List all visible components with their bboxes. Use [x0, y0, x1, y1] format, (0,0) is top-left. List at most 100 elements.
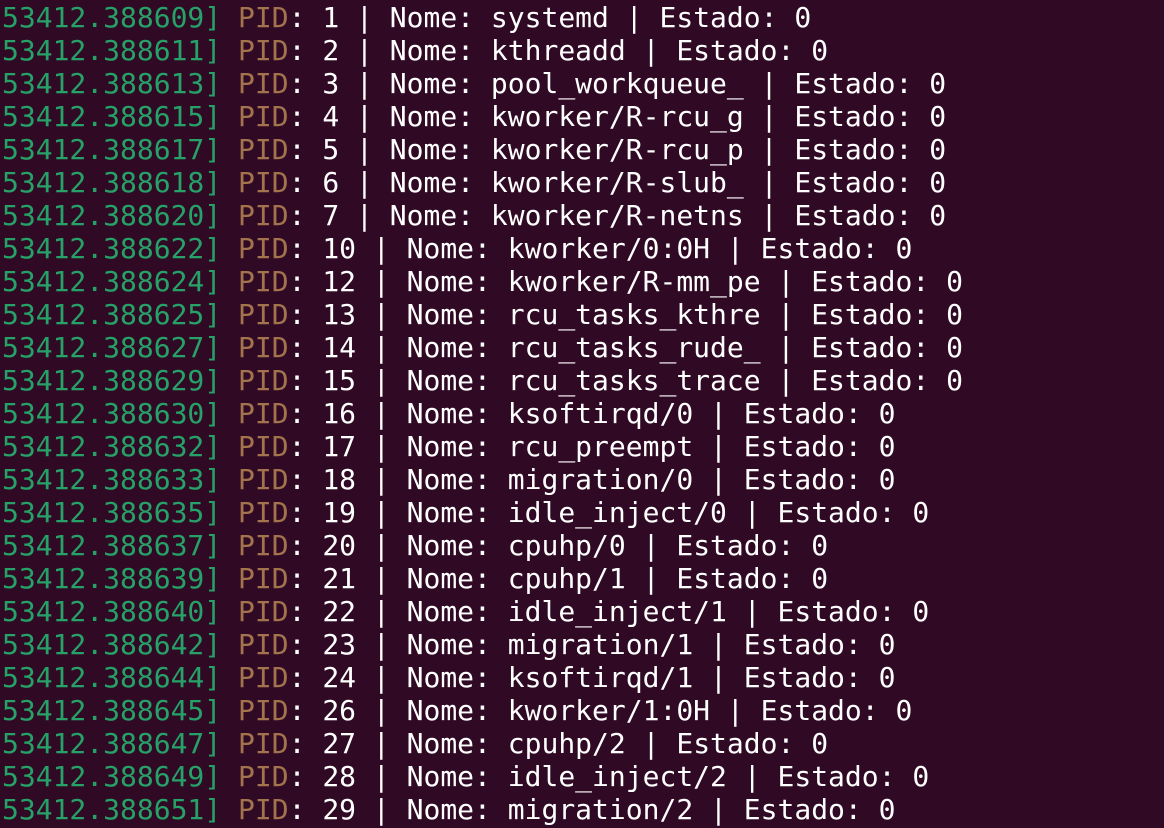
pid-label: PID	[238, 661, 289, 694]
log-line: 53412.388635] PID: 19 | Nome: idle_injec…	[2, 496, 930, 529]
log-line: 53412.388639] PID: 21 | Nome: cpuhp/1 | …	[2, 562, 829, 595]
log-timestamp: 53412.388629]	[2, 364, 222, 397]
process-state: 0	[912, 760, 930, 793]
pid-label: PID	[238, 430, 289, 463]
log-line: 53412.388622] PID: 10 | Nome: kworker/0:…	[2, 232, 913, 265]
process-state: 0	[794, 1, 812, 34]
terminal-window[interactable]: 53412.388609] PID: 1 | Nome: systemd | E…	[0, 0, 1164, 828]
log-timestamp: 53412.388632]	[2, 430, 222, 463]
process-name: cpuhp/0	[507, 529, 626, 562]
pid-label: PID	[238, 595, 289, 628]
pid-label: PID	[238, 727, 289, 760]
pid-label: PID	[238, 628, 289, 661]
log-line: 53412.388609] PID: 1 | Nome: systemd | E…	[2, 1, 812, 34]
process-state: 0	[946, 364, 963, 397]
pid-value: 22	[322, 595, 357, 628]
process-state: 0	[895, 232, 913, 265]
process-state: 0	[878, 397, 896, 430]
pid-value: 13	[322, 298, 357, 331]
log-line: 53412.388633] PID: 18 | Nome: migration/…	[2, 463, 896, 496]
pid-value: 3	[322, 67, 340, 100]
log-line: 53412.388624] PID: 12 | Nome: kworker/R-…	[2, 265, 963, 298]
process-state: 0	[929, 166, 947, 199]
log-line: 53412.388618] PID: 6 | Nome: kworker/R-s…	[2, 166, 947, 199]
pid-value: 1	[322, 1, 340, 34]
process-name: rcu_tasks_trace	[507, 364, 761, 397]
pid-value: 23	[322, 628, 357, 661]
pid-value: 28	[322, 760, 357, 793]
pid-value: 17	[322, 430, 357, 463]
pid-label: PID	[238, 232, 289, 265]
pid-value: 15	[322, 364, 357, 397]
log-timestamp: 53412.388620]	[2, 199, 222, 232]
log-timestamp: 53412.388618]	[2, 166, 222, 199]
pid-value: 6	[322, 166, 340, 199]
log-timestamp: 53412.388611]	[2, 34, 222, 67]
process-state: 0	[912, 496, 930, 529]
process-state: 0	[811, 529, 829, 562]
pid-label: PID	[238, 397, 289, 430]
log-line: 53412.388647] PID: 27 | Nome: cpuhp/2 | …	[2, 727, 829, 760]
pid-label: PID	[238, 529, 289, 562]
process-name: systemd	[490, 1, 609, 34]
process-state: 0	[878, 628, 896, 661]
process-state: 0	[946, 331, 963, 364]
pid-label: PID	[238, 199, 289, 232]
pid-label: PID	[238, 100, 289, 133]
process-state: 0	[929, 67, 947, 100]
pid-value: 24	[322, 661, 357, 694]
log-line: 53412.388613] PID: 3 | Nome: pool_workqu…	[2, 67, 947, 100]
process-name: rcu_preempt	[507, 430, 694, 463]
process-name: ksoftirqd/0	[507, 397, 694, 430]
pid-label: PID	[238, 1, 289, 34]
log-timestamp: 53412.388609]	[2, 1, 222, 34]
log-line: 53412.388644] PID: 24 | Nome: ksoftirqd/…	[2, 661, 896, 694]
process-name: migration/0	[507, 463, 694, 496]
process-name: cpuhp/2	[507, 727, 626, 760]
log-line: 53412.388629] PID: 15 | Nome: rcu_tasks_…	[2, 364, 963, 397]
log-timestamp: 53412.388615]	[2, 100, 222, 133]
process-name: rcu_tasks_kthre	[507, 298, 761, 331]
pid-value: 27	[322, 727, 357, 760]
log-timestamp: 53412.388633]	[2, 463, 222, 496]
log-timestamp: 53412.388637]	[2, 529, 222, 562]
pid-label: PID	[238, 496, 289, 529]
log-line: 53412.388651] PID: 29 | Nome: migration/…	[2, 793, 896, 826]
process-name: migration/1	[507, 628, 694, 661]
pid-label: PID	[238, 67, 289, 100]
process-name: idle_inject/1	[507, 595, 727, 628]
log-timestamp: 53412.388640]	[2, 595, 222, 628]
process-name: kthreadd	[490, 34, 626, 67]
log-timestamp: 53412.388642]	[2, 628, 222, 661]
process-name: kworker/R-mm_pe	[507, 265, 761, 298]
pid-label: PID	[238, 562, 289, 595]
log-line: 53412.388630] PID: 16 | Nome: ksoftirqd/…	[2, 397, 896, 430]
log-timestamp: 53412.388639]	[2, 562, 222, 595]
pid-label: PID	[238, 133, 289, 166]
process-name: pool_workqueue_	[490, 67, 744, 100]
log-line: 53412.388620] PID: 7 | Nome: kworker/R-n…	[2, 199, 947, 232]
process-name: idle_inject/2	[507, 760, 727, 793]
log-timestamp: 53412.388635]	[2, 496, 222, 529]
process-state: 0	[929, 100, 947, 133]
pid-value: 26	[322, 694, 357, 727]
process-state: 0	[946, 298, 963, 331]
pid-value: 12	[322, 265, 357, 298]
log-timestamp: 53412.388622]	[2, 232, 222, 265]
pid-value: 19	[322, 496, 357, 529]
process-name: kworker/R-slub_	[490, 166, 744, 199]
log-line: 53412.388617] PID: 5 | Nome: kworker/R-r…	[2, 133, 947, 166]
process-name: migration/2	[507, 793, 694, 826]
log-line: 53412.388627] PID: 14 | Nome: rcu_tasks_…	[2, 331, 963, 364]
log-timestamp: 53412.388651]	[2, 793, 222, 826]
pid-label: PID	[238, 364, 289, 397]
process-name: kworker/R-rcu_g	[490, 100, 744, 133]
process-state: 0	[929, 133, 947, 166]
pid-label: PID	[238, 331, 289, 364]
process-state: 0	[811, 562, 829, 595]
log-timestamp: 53412.388645]	[2, 694, 222, 727]
pid-label: PID	[238, 463, 289, 496]
pid-label: PID	[238, 793, 289, 826]
process-name: cpuhp/1	[507, 562, 626, 595]
log-timestamp: 53412.388644]	[2, 661, 222, 694]
